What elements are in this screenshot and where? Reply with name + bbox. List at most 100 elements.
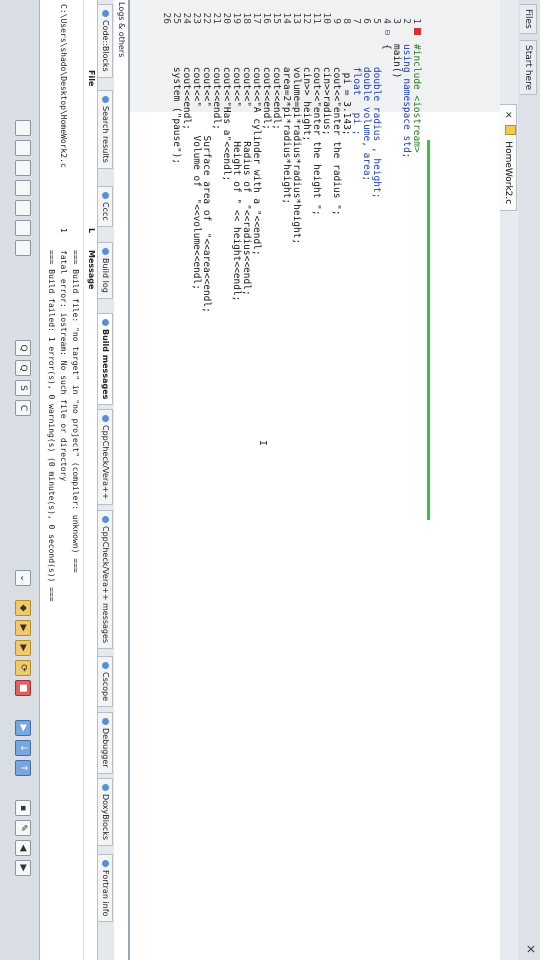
select-target-dropdown[interactable]: ⌄ [15, 570, 31, 586]
code-line[interactable]: 3 main() [391, 0, 402, 960]
line-number: 9 [331, 18, 342, 24]
abort-icon[interactable]: ■ [15, 680, 31, 696]
logs-tab[interactable]: Fortran info [98, 854, 113, 923]
debug-icon[interactable]: ▶ [15, 720, 31, 736]
code-line[interactable]: 24 cout<<endl; [181, 0, 192, 960]
code-line[interactable]: 20 cout<<"Has a"<<endl; [221, 0, 232, 960]
code-text: cout<<"enter the height "; [311, 44, 322, 216]
log-row[interactable]: === Build failed: 1 error(s), 0 warning(… [45, 0, 56, 960]
save-icon[interactable] [15, 160, 31, 176]
log-tab-icon [102, 96, 109, 103]
line-number: 13 [291, 12, 302, 24]
logs-tab[interactable]: Build log [98, 242, 113, 299]
toolbar: Q Q S C ⌄ ◆ ▶ ▶ ⟳ ■ ▶ ↓ ↑ ▪ ✎ ◀ ▶ [0, 0, 40, 960]
build-icon[interactable]: ◆ [15, 600, 31, 616]
logs-tab[interactable]: Cscope [98, 656, 113, 708]
close-icon[interactable]: × [524, 944, 538, 954]
code-line[interactable]: 10 cin>>radius; [321, 0, 332, 960]
logs-tab[interactable]: Search results [98, 90, 113, 169]
forward-icon[interactable]: ▶ [15, 860, 31, 876]
code-line[interactable]: 12 cin>> height; [301, 0, 312, 960]
tab-homework2-c[interactable]: × HomeWork2.c [500, 104, 517, 212]
new-file-icon[interactable] [15, 120, 31, 136]
code-line[interactable]: 19 cout<<" Height of " << height<<endl; [231, 0, 242, 960]
code-text: cout<<" Radius of "<<radius<<endl; [241, 44, 252, 296]
code-line[interactable]: 22 cout<<" Surface area of "<<area<<endl… [201, 0, 212, 960]
close-tab-icon[interactable]: × [503, 111, 513, 119]
log-tab-icon [102, 718, 109, 725]
logs-tab[interactable]: DoxyBlocks [98, 778, 113, 847]
breakpoint-icon[interactable]: ▪ [15, 800, 31, 816]
copy-icon[interactable] [15, 220, 31, 236]
code-text: area=2*pi*radius*height; [281, 44, 292, 205]
code-line[interactable]: 6 double volume, area; [361, 0, 372, 960]
logs-tab[interactable]: Debugger [98, 712, 113, 774]
log-tab-icon [102, 662, 109, 669]
code-line[interactable]: 16 cout<<endl; [261, 0, 272, 960]
search-icon[interactable]: Q [15, 340, 31, 356]
code-editor[interactable]: 1 #include <iostream> 2 using namespace std… [130, 0, 500, 960]
code-text: cout<<endl; [271, 44, 282, 130]
save-all-icon[interactable] [15, 180, 31, 196]
build-run-icon[interactable]: ▶ [15, 640, 31, 656]
logs-tab[interactable]: Code::Blocks [98, 4, 113, 78]
logs-tab[interactable]: CppCheck/Vera++ messages [98, 510, 113, 650]
code-line[interactable]: 17 cout<<"A cylinder with a "<<endl; [251, 0, 262, 960]
stop-search-icon[interactable]: S [15, 380, 31, 396]
code-line[interactable]: 2 using namespace std; [401, 0, 412, 960]
code-line[interactable]: 4 ⊟ { [381, 0, 392, 960]
code-line[interactable]: 8 pi = 3.143; [341, 0, 352, 960]
column-message[interactable]: Message [87, 250, 96, 289]
fold-icon[interactable]: ⊟ [383, 30, 392, 35]
logs-tab[interactable]: CppCheck/Vera++ [98, 409, 113, 506]
code-text: float pi ; [351, 44, 362, 136]
code-line[interactable]: 25 system ("pause"); [171, 0, 182, 960]
code-text: cout<<" Volume of "<<volume<<endl; [191, 44, 202, 290]
logs-tab-label: Cccc [101, 202, 110, 221]
tab-start-here[interactable]: Start here [520, 40, 537, 96]
text-cursor-icon: I [257, 440, 268, 447]
logs-tab[interactable]: Cccc [98, 186, 113, 227]
paste-icon[interactable] [15, 240, 31, 256]
code-line[interactable]: 11 cout<<"enter the height "; [311, 0, 322, 960]
column-line[interactable]: L [87, 228, 96, 233]
column-file[interactable]: File [87, 70, 96, 86]
code-line[interactable]: 23 cout<<" Volume of "<<volume<<endl; [191, 0, 202, 960]
log-row[interactable]: === Build file: "no target" in "no proje… [69, 0, 80, 960]
error-marker-icon[interactable] [414, 28, 421, 35]
line-number: 15 [271, 12, 282, 24]
code-line[interactable]: 5 double radius , height; [371, 0, 382, 960]
step-out-icon[interactable]: ↑ [15, 760, 31, 776]
replace-icon[interactable]: Q [15, 360, 31, 376]
code-line[interactable]: 14 area=2*pi*radius*height; [281, 0, 292, 960]
code-completion-icon[interactable]: C [15, 400, 31, 416]
code-text: using namespace std; [401, 44, 412, 159]
open-file-icon[interactable] [15, 140, 31, 156]
line-number: 5 [371, 18, 382, 24]
code-line[interactable]: 9 cout<<"enter the radius "; [331, 0, 342, 960]
code-line[interactable]: 15 cout<<endl; [271, 0, 282, 960]
log-tab-icon [102, 319, 109, 326]
code-line[interactable]: 7 float pi ; [351, 0, 362, 960]
cut-icon[interactable] [15, 200, 31, 216]
rebuild-icon[interactable]: ⟳ [15, 660, 31, 676]
bookmark-icon[interactable]: ✎ [15, 820, 31, 836]
jump-icon[interactable]: ◀ [15, 840, 31, 856]
log-row[interactable]: C:\Users\shado\Desktop\HomeWork2.c 1 fatal… [57, 0, 68, 960]
step-into-icon[interactable]: ↓ [15, 740, 31, 756]
code-text: system ("pause"); [171, 44, 182, 165]
logs-tab-label: Fortran info [101, 870, 110, 917]
code-line[interactable]: 21 cout<<endl; [211, 0, 222, 960]
code-line[interactable]: 1 #include <iostream> [411, 0, 422, 960]
run-icon[interactable]: ▶ [15, 620, 31, 636]
code-text: cout<<" Height of " << height<<endl; [231, 44, 242, 302]
code-text: cout<<endl; [181, 44, 192, 130]
logs-tab-label: Cscope [101, 672, 110, 702]
code-line[interactable]: 18 cout<<" Radius of "<<radius<<endl; [241, 0, 252, 960]
code-line[interactable]: 13 volume=pi*radius*radius*height; [291, 0, 302, 960]
logs-tab[interactable]: Build messages [98, 313, 113, 406]
line-number: 24 [181, 12, 192, 24]
code-line[interactable]: 26 [161, 0, 172, 960]
tab-files[interactable]: Files [520, 4, 537, 34]
line-number: 6 [361, 18, 372, 24]
